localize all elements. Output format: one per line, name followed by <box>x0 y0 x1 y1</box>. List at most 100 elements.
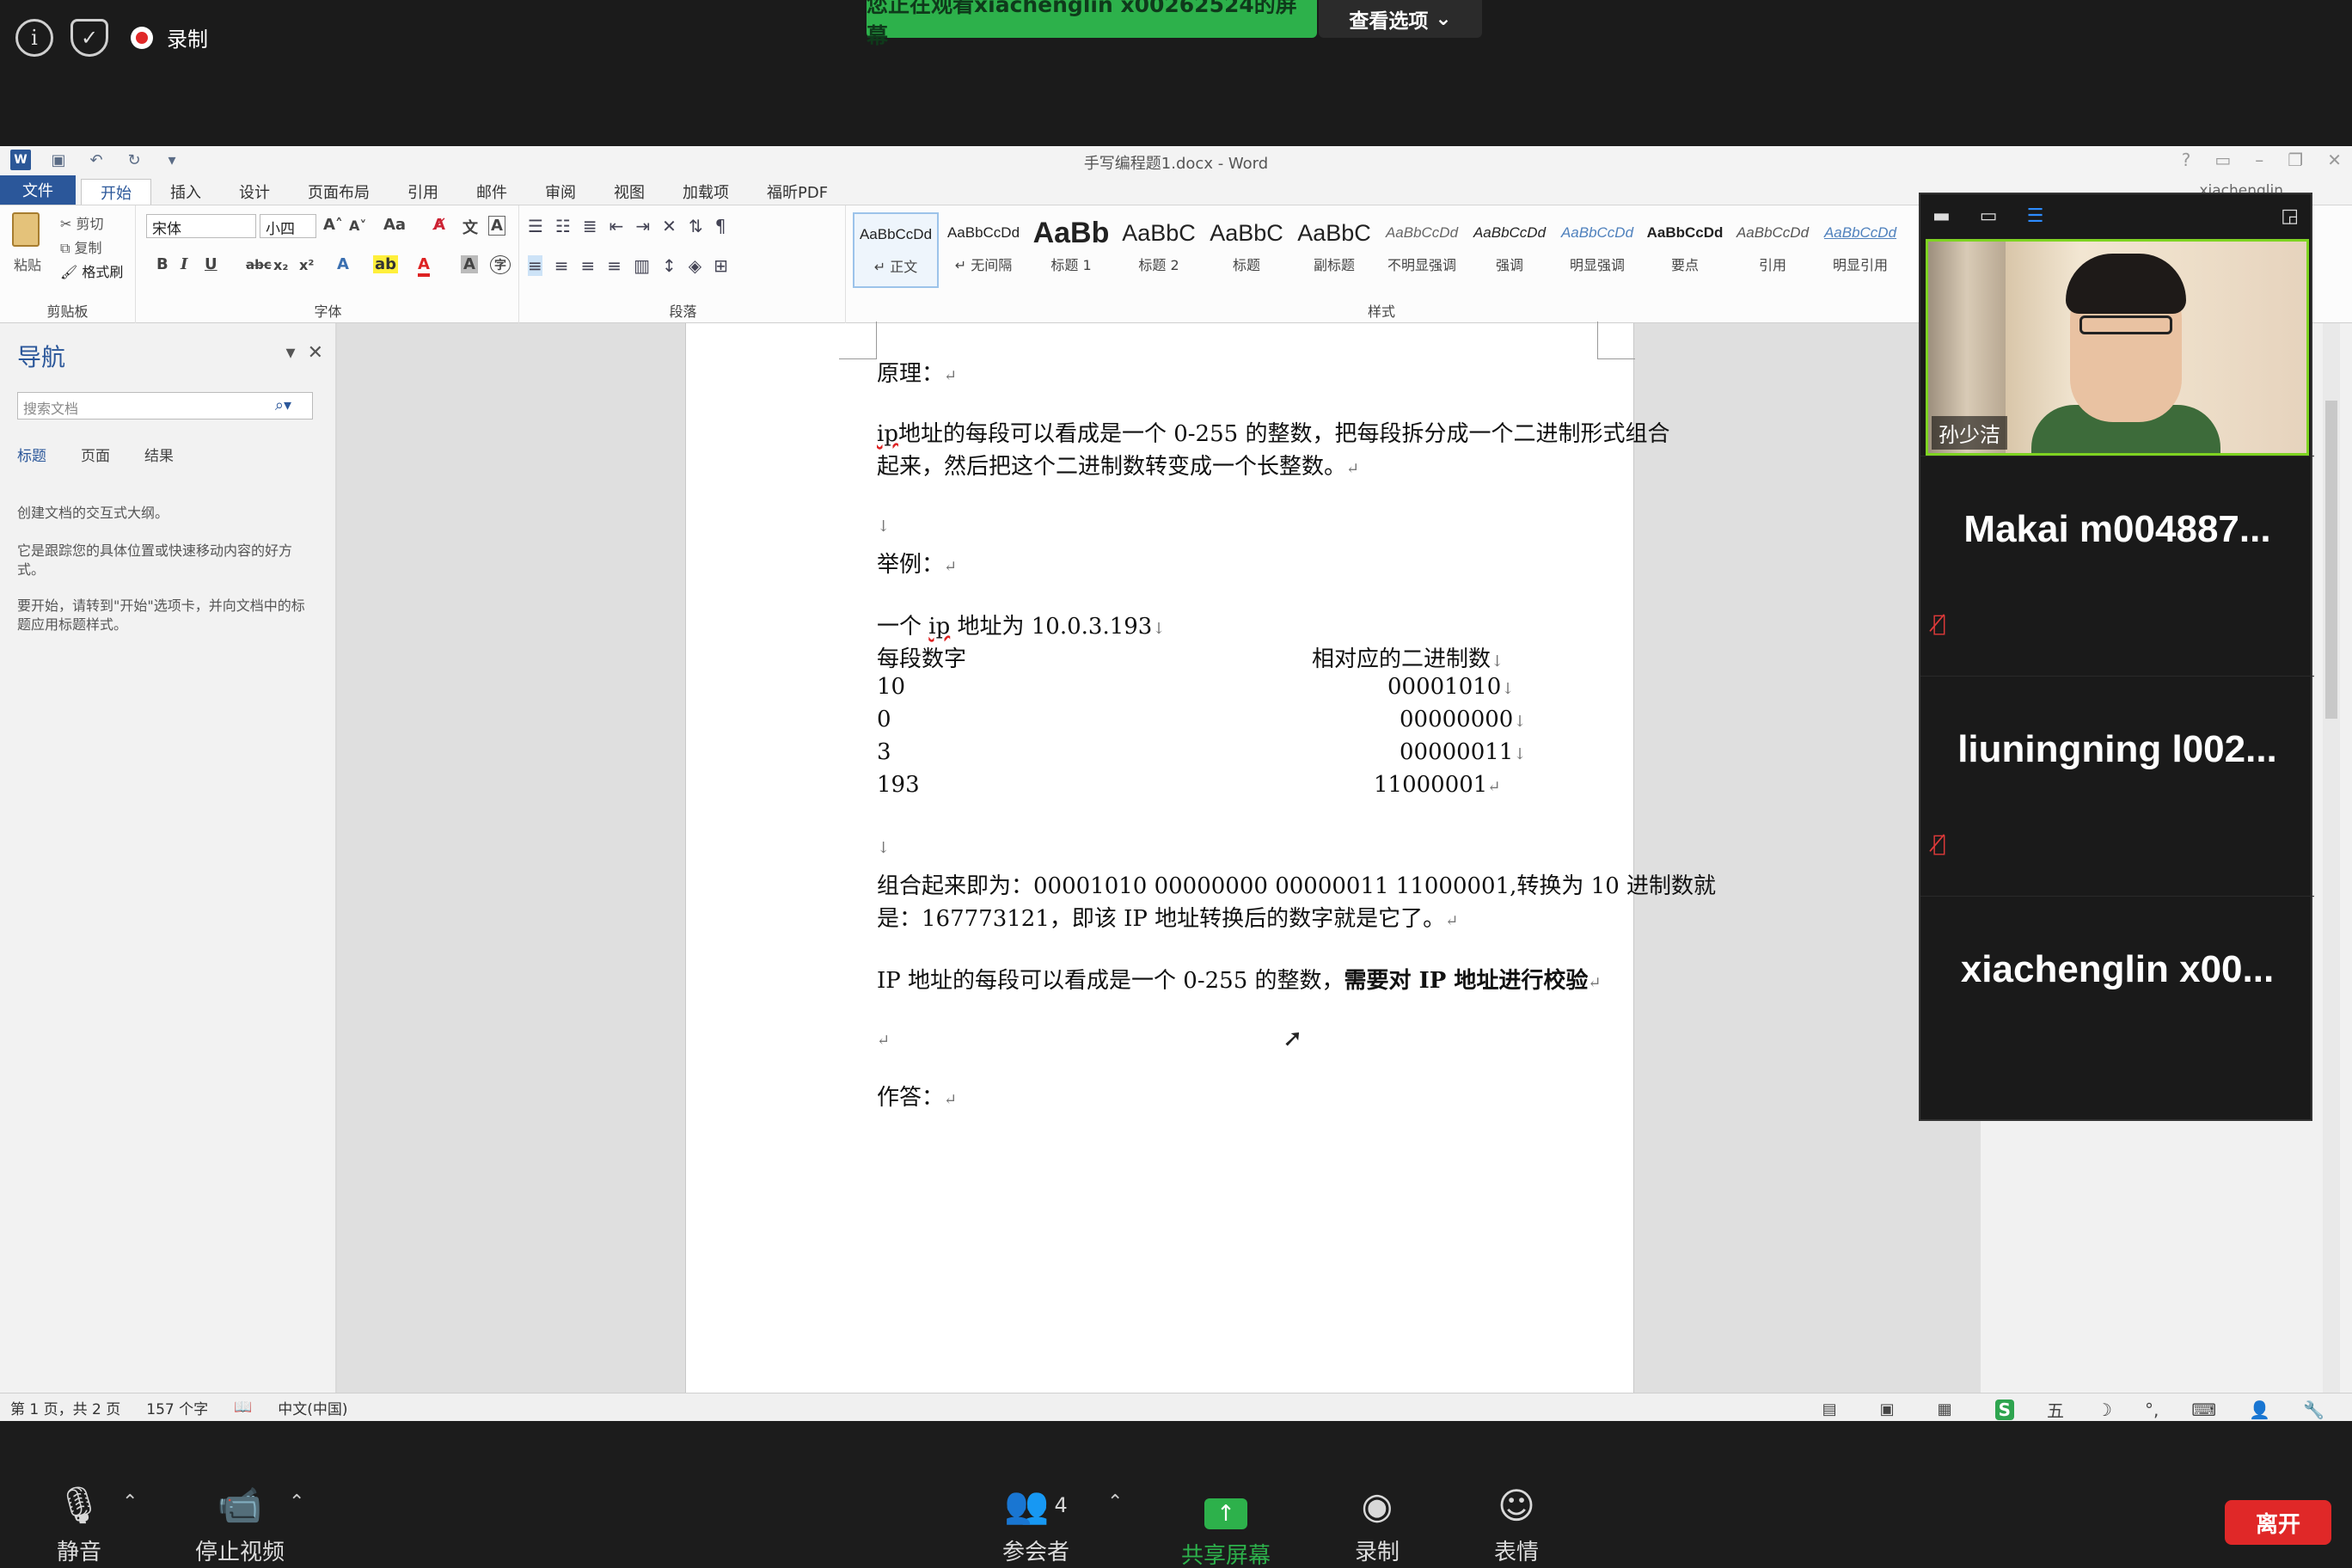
tab-insert[interactable]: 插入 <box>151 179 220 205</box>
borders-icon[interactable]: ⊞ <box>714 255 728 276</box>
nav-tab-headings[interactable]: 标题 <box>17 444 46 465</box>
nav-search-input[interactable]: 搜索文档 ⌕▾ <box>17 392 313 420</box>
word-count[interactable]: 157 个字 <box>146 1397 208 1418</box>
restore-icon[interactable]: ❐ <box>2288 150 2303 170</box>
participant-tile[interactable]: xiachenglin x00... <box>1920 896 2314 1119</box>
settings-wrench-icon[interactable]: 🔧 <box>2303 1400 2324 1420</box>
align-right-icon[interactable]: ≡ <box>581 255 596 276</box>
proofing-icon[interactable]: 📖 <box>234 1399 252 1416</box>
input-method-toolbar[interactable]: S 五 ☽ °, ⌨ 👤 🔧 <box>1985 1397 2340 1422</box>
tab-view[interactable]: 视图 <box>595 179 664 205</box>
tab-addins[interactable]: 加载项 <box>664 179 748 205</box>
superscript-icon[interactable]: x² <box>299 257 314 273</box>
help-icon[interactable]: ? <box>2182 150 2191 170</box>
format-painter-button[interactable]: 🖌 格式刷 <box>60 260 123 281</box>
keyboard-icon[interactable]: ⌨ <box>2191 1400 2216 1420</box>
stop-video-button[interactable]: 📹 停止视频 <box>184 1481 296 1566</box>
style-normal[interactable]: AaBbCcDd ↵ 正文 <box>853 212 939 288</box>
style-quote[interactable]: AaBbCcDd 引用 <box>1730 212 1816 288</box>
asian-layout-icon[interactable]: ✕ <box>662 216 677 236</box>
bold-icon[interactable]: B <box>156 255 168 273</box>
style-heading-1[interactable]: AaBb 标题 1 <box>1028 212 1114 288</box>
nav-tab-results[interactable]: 结果 <box>144 444 174 465</box>
style-intense-emphasis[interactable]: AaBbCcDd 明显强调 <box>1554 212 1640 288</box>
style-subtitle[interactable]: AaBbC 副标题 <box>1291 212 1377 288</box>
participant-tile[interactable]: liuningning l002... 🎙̸ <box>1920 676 2314 891</box>
sort-icon[interactable]: ⇅ <box>689 216 703 236</box>
multilevel-list-icon[interactable]: ≣ <box>583 216 597 236</box>
leave-meeting-button[interactable]: 离开 <box>2225 1500 2331 1545</box>
style-title[interactable]: AaBbC 标题 <box>1204 212 1289 288</box>
tab-design[interactable]: 设计 <box>220 179 289 205</box>
record-button[interactable]: ◉ 录制 <box>1341 1481 1413 1566</box>
decrease-indent-icon[interactable]: ⇤ <box>609 216 624 236</box>
distributed-icon[interactable]: ▥ <box>634 255 650 276</box>
vertical-scrollbar[interactable] <box>2323 323 2340 1402</box>
change-case-icon[interactable]: Aa <box>383 216 406 234</box>
reactions-button[interactable]: ☺ 表情 <box>1480 1481 1553 1566</box>
line-spacing-icon[interactable]: ↕ <box>662 255 677 276</box>
tab-foxit-pdf[interactable]: 福昕PDF <box>748 179 847 205</box>
punctuation-icon[interactable]: °, <box>2145 1400 2159 1420</box>
language[interactable]: 中文(中国) <box>278 1397 347 1418</box>
print-layout-icon[interactable]: ▣ <box>1880 1400 1895 1418</box>
half-width-icon[interactable]: ☽ <box>2097 1400 2112 1420</box>
shrink-font-icon[interactable]: A˅ <box>349 217 366 234</box>
underline-icon[interactable]: U <box>205 255 217 273</box>
view-options-button[interactable]: 查看选项 ⌄ <box>1319 0 1482 38</box>
show-marks-icon[interactable]: ¶ <box>715 216 726 236</box>
active-video-tile[interactable]: 孙少洁 <box>1926 239 2309 456</box>
shield-icon[interactable]: ✓ <box>70 19 108 57</box>
paste-button[interactable]: 粘贴 <box>14 254 41 274</box>
search-icon[interactable]: ⌕▾ <box>275 396 291 414</box>
enclose-char-icon[interactable]: 字 <box>490 255 511 274</box>
nav-tab-pages[interactable]: 页面 <box>81 444 110 465</box>
minimize-icon[interactable]: – <box>2255 150 2263 170</box>
style-emphasis[interactable]: AaBbCcDd 强调 <box>1467 212 1553 288</box>
copy-button[interactable]: ⧉ 复制 <box>60 236 102 257</box>
participants-button[interactable]: 👥 4 参会者 <box>989 1481 1083 1566</box>
minimize-icon[interactable]: ▬ <box>1932 205 1951 227</box>
justify-icon[interactable]: ≡ <box>607 255 622 276</box>
clear-format-icon[interactable]: A̸ <box>433 216 445 234</box>
font-color-icon[interactable]: A <box>418 255 430 277</box>
info-icon[interactable]: i <box>15 19 53 57</box>
participant-tile[interactable]: Makai m004887... 🎙̸ <box>1920 456 2314 671</box>
page-count[interactable]: 第 1 页，共 2 页 <box>10 1397 120 1418</box>
bullets-icon[interactable]: ☰ <box>528 216 543 236</box>
mute-button[interactable]: 🎙 静音 <box>43 1481 115 1566</box>
tab-home[interactable]: 开始 <box>81 179 151 205</box>
share-screen-button[interactable]: ↑ 共享屏幕 <box>1174 1490 1277 1568</box>
style-heading-2[interactable]: AaBbC 标题 2 <box>1116 212 1202 288</box>
font-name-select[interactable]: 宋体 <box>146 214 256 238</box>
tab-mailings[interactable]: 邮件 <box>457 179 526 205</box>
phonetic-icon[interactable]: 文 <box>462 216 478 238</box>
tab-layout[interactable]: 页面布局 <box>289 179 389 205</box>
tab-review[interactable]: 审阅 <box>526 179 595 205</box>
align-left-icon[interactable]: ≡ <box>528 255 542 276</box>
style-strong[interactable]: AaBbCcDd 要点 <box>1642 212 1728 288</box>
grow-font-icon[interactable]: A˄ <box>323 216 343 234</box>
ribbon-display-icon[interactable]: ▭ <box>2214 150 2231 170</box>
subscript-icon[interactable]: x₂ <box>273 257 288 273</box>
read-mode-icon[interactable]: ▤ <box>1822 1400 1837 1418</box>
nav-close-icon[interactable]: ✕ <box>308 342 323 364</box>
align-center-icon[interactable]: ≡ <box>554 255 569 276</box>
style-intense-quote[interactable]: AaBbCcDd 明显引用 <box>1817 212 1903 288</box>
increase-indent-icon[interactable]: ⇥ <box>635 216 650 236</box>
numbering-icon[interactable]: ☷ <box>555 216 571 236</box>
style-no-spacing[interactable]: AaBbCcDd ↵ 无间隔 <box>940 212 1026 288</box>
nav-options-icon[interactable]: ▾ <box>286 342 296 364</box>
close-icon[interactable]: ✕ <box>2327 150 2342 170</box>
cut-button[interactable]: ✂ 剪切 <box>60 212 104 233</box>
tab-file[interactable]: 文件 <box>0 175 76 205</box>
recording-indicator[interactable]: 录制 <box>131 22 208 52</box>
shading-icon[interactable]: ◈ <box>689 255 701 276</box>
char-shading-icon[interactable]: A <box>461 255 478 273</box>
strikethrough-icon[interactable]: abc <box>246 257 272 273</box>
font-size-select[interactable]: 小四 <box>260 214 316 238</box>
italic-icon[interactable]: I <box>181 255 187 273</box>
sogou-icon[interactable]: S <box>1994 1399 2015 1420</box>
scrollbar-thumb[interactable] <box>2325 401 2337 719</box>
paste-icon[interactable] <box>12 212 40 247</box>
